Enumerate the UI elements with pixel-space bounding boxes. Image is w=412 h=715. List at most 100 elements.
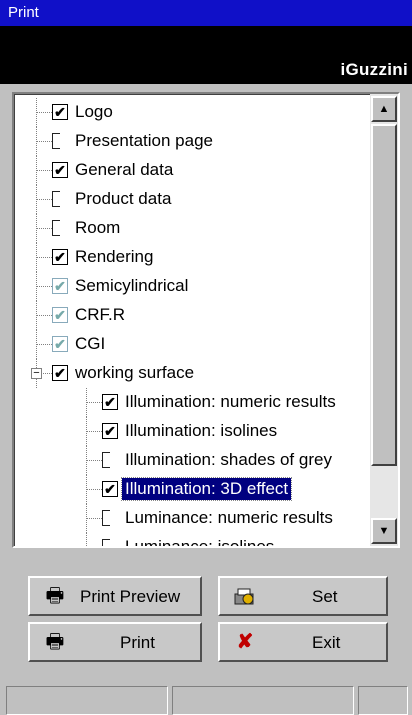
tree-connector	[86, 504, 87, 533]
tree-item[interactable]: ✔ Illumination: isolines	[14, 417, 370, 446]
tree-checkbox[interactable]: ✔	[52, 104, 68, 120]
tree-item[interactable]: ✔ Illumination: 3D effect	[14, 475, 370, 504]
tree-checkbox[interactable]	[52, 220, 60, 236]
tree-checkbox[interactable]: ✔	[102, 481, 118, 497]
tree-checkbox[interactable]: ✔	[102, 423, 118, 439]
tree-item-label: Luminance: isolines	[122, 536, 277, 546]
tree-item-label: CGI	[75, 334, 106, 353]
tree-checkbox[interactable]: ✔	[52, 336, 68, 352]
tree-connector	[36, 112, 52, 113]
printer-key-icon	[232, 586, 258, 606]
tree-checkbox[interactable]: ✔	[52, 278, 68, 294]
tree-item[interactable]: ✔ Rendering	[14, 243, 370, 272]
tree-item[interactable]: − ✔ working surface	[14, 359, 370, 388]
tree-connector	[36, 214, 37, 243]
tree-item-label: Presentation page	[75, 131, 213, 150]
tree-connector	[86, 489, 102, 490]
tree-connector	[36, 141, 52, 142]
brand-banner: iGuzzini	[0, 26, 412, 84]
tree-checkbox[interactable]: ✔	[102, 394, 118, 410]
tree-item-label: Illumination: isolines	[125, 421, 278, 440]
tree-item[interactable]: Luminance: numeric results	[14, 504, 370, 533]
tree-item-label: Illumination: numeric results	[125, 392, 336, 411]
exit-label: Exit	[312, 633, 341, 652]
tree-connector	[36, 286, 52, 287]
tree-connector	[36, 156, 37, 185]
status-pane	[6, 686, 168, 715]
tree-item-label: Illumination: 3D effect	[120, 477, 293, 501]
tree-connector	[36, 243, 37, 272]
tree-connector	[36, 330, 37, 359]
tree-connector	[36, 315, 52, 316]
tree-connector	[86, 518, 102, 519]
tree-connector	[36, 301, 37, 330]
collapse-toggle-icon[interactable]: −	[31, 368, 42, 379]
tree-item-label: Rendering	[75, 247, 154, 266]
status-pane	[358, 686, 408, 715]
tree-checkbox[interactable]	[52, 133, 60, 149]
print-label: Print	[120, 633, 155, 652]
tree-item[interactable]: ✔ CGI	[14, 330, 370, 359]
status-pane	[172, 686, 354, 715]
tree-checkbox[interactable]	[102, 510, 110, 526]
tree-item[interactable]: Presentation page	[14, 127, 370, 156]
status-bar	[0, 686, 412, 715]
tree-connector	[36, 199, 52, 200]
scrollbar-thumb[interactable]	[371, 124, 397, 466]
tree-item[interactable]: Product data	[14, 185, 370, 214]
close-x-icon: ✘	[236, 631, 254, 653]
tree-item[interactable]: ✔ Illumination: numeric results	[14, 388, 370, 417]
tree-checkbox[interactable]: ✔	[52, 365, 68, 381]
tree-item[interactable]: ✔ Logo	[14, 98, 370, 127]
tree-item-label: Illumination: shades of grey	[125, 450, 332, 469]
tree-item[interactable]: ✔ General data	[14, 156, 370, 185]
scroll-down-button[interactable]: ▼	[371, 518, 397, 544]
tree-connector	[36, 272, 37, 301]
tree-item-label: Product data	[75, 189, 172, 208]
tree-connector	[36, 185, 37, 214]
tree-list: ✔ Logo Presentation page ✔ General data Produ…	[14, 94, 370, 546]
tree-connector	[36, 170, 52, 171]
window-title: Print	[8, 4, 39, 21]
tree-connector	[36, 228, 52, 229]
tree-item[interactable]: Illumination: shades of grey	[14, 446, 370, 475]
printer-icon: 🖶	[45, 631, 65, 653]
print-options-tree[interactable]: ✔ Logo Presentation page ✔ General data Produ…	[12, 92, 400, 548]
tree-item-label: Logo	[75, 102, 113, 121]
tree-item-label: CRF.R	[75, 305, 126, 324]
tree-checkbox[interactable]	[102, 539, 110, 546]
tree-connector	[86, 446, 87, 475]
exit-button[interactable]: ✘ Exit	[218, 622, 388, 662]
tree-item-label: Room	[75, 218, 121, 237]
vertical-scrollbar[interactable]: ▲ ▼	[370, 94, 398, 546]
tree-item[interactable]: Room	[14, 214, 370, 243]
tree-checkbox[interactable]: ✔	[52, 249, 68, 265]
tree-connector	[36, 257, 52, 258]
tree-connector	[36, 127, 37, 156]
tree-item[interactable]: ✔ Semicylindrical	[14, 272, 370, 301]
tree-checkbox[interactable]	[102, 452, 110, 468]
printer-icon: 🖶	[45, 585, 65, 607]
set-button[interactable]: Set	[218, 576, 388, 616]
tree-connector	[86, 402, 102, 403]
scroll-up-arrow-icon: ▲	[378, 103, 390, 115]
brand-logo-text: iGuzzini	[340, 60, 408, 79]
set-label: Set	[312, 587, 338, 606]
tree-connector	[36, 98, 37, 127]
tree-connector	[86, 475, 87, 504]
tree-checkbox[interactable]: ✔	[52, 162, 68, 178]
print-preview-button[interactable]: 🖶 Print Preview	[28, 576, 202, 616]
scroll-up-button[interactable]: ▲	[371, 96, 397, 122]
tree-connector	[86, 417, 87, 446]
print-button[interactable]: 🖶 Print	[28, 622, 202, 662]
tree-connector	[86, 533, 87, 546]
tree-item-label: Luminance: numeric results	[125, 508, 333, 527]
print-preview-label: Print Preview	[80, 587, 181, 606]
tree-item[interactable]: Luminance: isolines	[14, 533, 370, 546]
tree-connector	[86, 431, 102, 432]
tree-checkbox[interactable]	[52, 191, 60, 207]
tree-item-label: General data	[75, 160, 174, 179]
tree-checkbox[interactable]: ✔	[52, 307, 68, 323]
tree-item[interactable]: ✔ CRF.R	[14, 301, 370, 330]
scroll-down-arrow-icon: ▼	[378, 525, 390, 537]
